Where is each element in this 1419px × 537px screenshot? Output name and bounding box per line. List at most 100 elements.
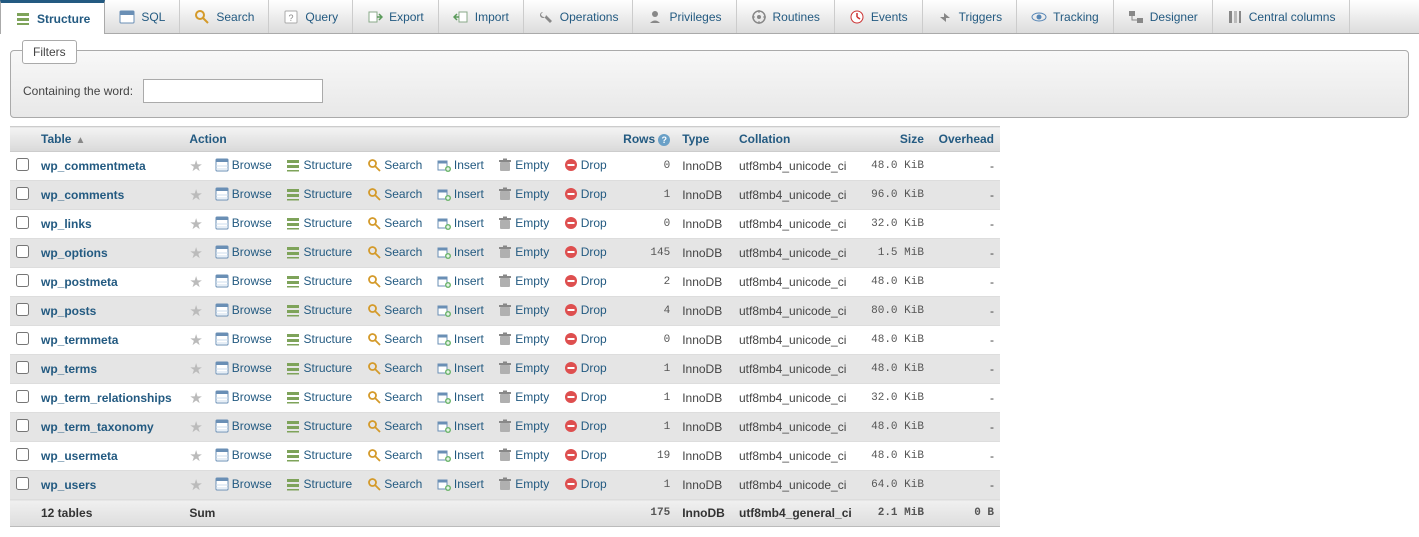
action-browse[interactable]: Browse: [215, 274, 272, 288]
action-insert[interactable]: Insert: [437, 158, 484, 172]
favorite-star-icon[interactable]: ★: [183, 297, 208, 326]
favorite-star-icon[interactable]: ★: [183, 355, 208, 384]
action-structure[interactable]: Structure: [286, 216, 352, 230]
action-drop[interactable]: Drop: [564, 303, 607, 317]
action-browse[interactable]: Browse: [215, 245, 272, 259]
action-insert[interactable]: Insert: [437, 303, 484, 317]
favorite-star-icon[interactable]: ★: [183, 413, 208, 442]
tab-privileges[interactable]: Privileges: [633, 0, 736, 33]
tab-import[interactable]: Import: [439, 0, 524, 33]
table-name-link[interactable]: wp_posts: [41, 304, 96, 318]
tab-query[interactable]: ? Query: [269, 0, 353, 33]
col-collation[interactable]: Collation: [733, 127, 863, 152]
action-drop[interactable]: Drop: [564, 158, 607, 172]
table-name-link[interactable]: wp_commentmeta: [41, 159, 146, 173]
action-structure[interactable]: Structure: [286, 448, 352, 462]
favorite-star-icon[interactable]: ★: [183, 239, 208, 268]
action-drop[interactable]: Drop: [564, 419, 607, 433]
action-insert[interactable]: Insert: [437, 274, 484, 288]
action-insert[interactable]: Insert: [437, 332, 484, 346]
tab-structure[interactable]: Structure: [0, 0, 105, 34]
row-checkbox[interactable]: [16, 361, 29, 374]
tab-export[interactable]: Export: [353, 0, 439, 33]
action-drop[interactable]: Drop: [564, 187, 607, 201]
action-structure[interactable]: Structure: [286, 187, 352, 201]
row-checkbox[interactable]: [16, 274, 29, 287]
tab-triggers[interactable]: Triggers: [923, 0, 1018, 33]
action-structure[interactable]: Structure: [286, 303, 352, 317]
action-empty[interactable]: Empty: [498, 419, 549, 433]
row-checkbox[interactable]: [16, 245, 29, 258]
action-insert[interactable]: Insert: [437, 216, 484, 230]
action-structure[interactable]: Structure: [286, 274, 352, 288]
tab-operations[interactable]: Operations: [524, 0, 634, 33]
action-browse[interactable]: Browse: [215, 216, 272, 230]
action-browse[interactable]: Browse: [215, 390, 272, 404]
col-size[interactable]: Size: [863, 127, 930, 152]
action-structure[interactable]: Structure: [286, 332, 352, 346]
action-empty[interactable]: Empty: [498, 390, 549, 404]
action-search[interactable]: Search: [367, 158, 422, 172]
action-empty[interactable]: Empty: [498, 274, 549, 288]
action-browse[interactable]: Browse: [215, 361, 272, 375]
table-name-link[interactable]: wp_usermeta: [41, 449, 118, 463]
table-name-link[interactable]: wp_links: [41, 217, 92, 231]
action-drop[interactable]: Drop: [564, 448, 607, 462]
table-name-link[interactable]: wp_options: [41, 246, 108, 260]
favorite-star-icon[interactable]: ★: [183, 152, 208, 181]
action-insert[interactable]: Insert: [437, 477, 484, 491]
action-empty[interactable]: Empty: [498, 332, 549, 346]
action-empty[interactable]: Empty: [498, 303, 549, 317]
tab-routines[interactable]: Routines: [737, 0, 835, 33]
tab-tracking[interactable]: Tracking: [1017, 0, 1114, 33]
action-insert[interactable]: Insert: [437, 419, 484, 433]
action-structure[interactable]: Structure: [286, 158, 352, 172]
row-checkbox[interactable]: [16, 158, 29, 171]
action-insert[interactable]: Insert: [437, 390, 484, 404]
action-insert[interactable]: Insert: [437, 448, 484, 462]
action-browse[interactable]: Browse: [215, 187, 272, 201]
row-checkbox[interactable]: [16, 332, 29, 345]
favorite-star-icon[interactable]: ★: [183, 181, 208, 210]
action-empty[interactable]: Empty: [498, 158, 549, 172]
action-drop[interactable]: Drop: [564, 216, 607, 230]
tab-central-columns[interactable]: Central columns: [1213, 0, 1351, 33]
action-browse[interactable]: Browse: [215, 477, 272, 491]
action-search[interactable]: Search: [367, 390, 422, 404]
action-insert[interactable]: Insert: [437, 245, 484, 259]
action-drop[interactable]: Drop: [564, 274, 607, 288]
action-empty[interactable]: Empty: [498, 361, 549, 375]
action-browse[interactable]: Browse: [215, 303, 272, 317]
col-type[interactable]: Type: [676, 127, 733, 152]
action-search[interactable]: Search: [367, 274, 422, 288]
tab-designer[interactable]: Designer: [1114, 0, 1213, 33]
favorite-star-icon[interactable]: ★: [183, 210, 208, 239]
action-empty[interactable]: Empty: [498, 477, 549, 491]
action-drop[interactable]: Drop: [564, 332, 607, 346]
action-insert[interactable]: Insert: [437, 361, 484, 375]
action-search[interactable]: Search: [367, 477, 422, 491]
col-table[interactable]: Table▲: [35, 127, 183, 152]
help-icon[interactable]: ?: [658, 134, 670, 146]
tab-sql[interactable]: SQL: [105, 0, 180, 33]
table-name-link[interactable]: wp_termmeta: [41, 333, 118, 347]
table-name-link[interactable]: wp_term_taxonomy: [41, 420, 154, 434]
action-drop[interactable]: Drop: [564, 477, 607, 491]
action-structure[interactable]: Structure: [286, 361, 352, 375]
row-checkbox[interactable]: [16, 187, 29, 200]
action-structure[interactable]: Structure: [286, 390, 352, 404]
action-empty[interactable]: Empty: [498, 448, 549, 462]
action-browse[interactable]: Browse: [215, 419, 272, 433]
action-search[interactable]: Search: [367, 187, 422, 201]
action-empty[interactable]: Empty: [498, 216, 549, 230]
table-name-link[interactable]: wp_comments: [41, 188, 124, 202]
row-checkbox[interactable]: [16, 390, 29, 403]
action-structure[interactable]: Structure: [286, 477, 352, 491]
tab-events[interactable]: Events: [835, 0, 923, 33]
action-structure[interactable]: Structure: [286, 245, 352, 259]
action-search[interactable]: Search: [367, 332, 422, 346]
table-name-link[interactable]: wp_users: [41, 478, 96, 492]
favorite-star-icon[interactable]: ★: [183, 326, 208, 355]
action-browse[interactable]: Browse: [215, 448, 272, 462]
action-search[interactable]: Search: [367, 448, 422, 462]
